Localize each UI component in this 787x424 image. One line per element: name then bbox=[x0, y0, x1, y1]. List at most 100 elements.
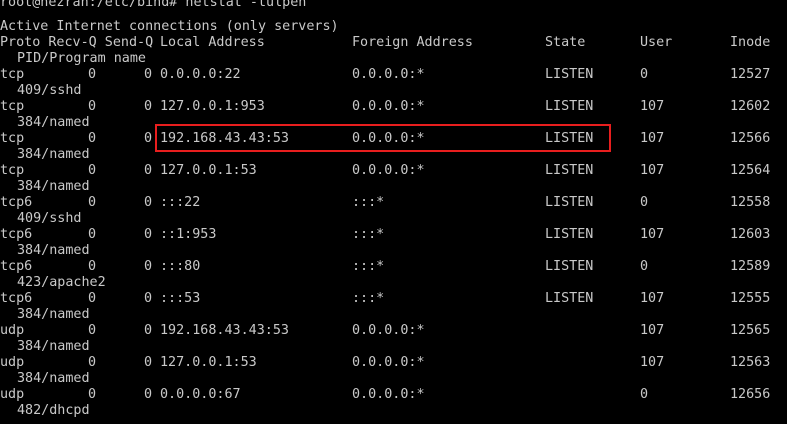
cell-send-q: 0 bbox=[144, 387, 153, 402]
cell-recv-q: 0 bbox=[88, 99, 97, 114]
cell-user: 107 bbox=[640, 355, 665, 370]
cell-inode: 12558 bbox=[730, 195, 771, 210]
cell-local-address: 0.0.0.0:22 bbox=[160, 67, 241, 82]
cell-recv-q: 0 bbox=[88, 259, 97, 274]
cell-state: LISTEN bbox=[545, 291, 594, 306]
cell-foreign-address: 0.0.0.0:* bbox=[352, 163, 425, 178]
cell-recv-q: 0 bbox=[88, 131, 97, 146]
cell-pid-program: 384/named bbox=[17, 179, 90, 194]
cell-foreign-address: 0.0.0.0:* bbox=[352, 355, 425, 370]
cell-proto: tcp6 bbox=[0, 195, 33, 210]
header-inode: Inode bbox=[730, 35, 771, 50]
cell-recv-q: 0 bbox=[88, 323, 97, 338]
cell-state: LISTEN bbox=[545, 67, 594, 82]
cell-inode: 12656 bbox=[730, 387, 771, 402]
cell-send-q: 0 bbox=[144, 355, 153, 370]
cell-foreign-address: 0.0.0.0:* bbox=[352, 323, 425, 338]
header-proto-recv-send: Proto Recv-Q Send-Q bbox=[0, 35, 154, 50]
cell-foreign-address: :::* bbox=[352, 195, 385, 210]
cell-recv-q: 0 bbox=[88, 291, 97, 306]
cell-send-q: 0 bbox=[144, 163, 153, 178]
cell-user: 107 bbox=[640, 323, 665, 338]
cell-user: 107 bbox=[640, 227, 665, 242]
cell-foreign-address: :::* bbox=[352, 227, 385, 242]
prompt-text: root@hezran:/etc/bind# netstat -tulpen bbox=[0, 0, 307, 10]
cell-foreign-address: 0.0.0.0:* bbox=[352, 387, 425, 402]
cell-proto: tcp bbox=[0, 131, 25, 146]
cell-pid-program: 384/named bbox=[17, 115, 90, 130]
cell-recv-q: 0 bbox=[88, 67, 97, 82]
header-state: State bbox=[545, 35, 586, 50]
cell-recv-q: 0 bbox=[88, 227, 97, 242]
cell-proto: tcp bbox=[0, 99, 25, 114]
cell-send-q: 0 bbox=[144, 99, 153, 114]
cell-proto: tcp6 bbox=[0, 259, 33, 274]
cell-foreign-address: :::* bbox=[352, 291, 385, 306]
cell-send-q: 0 bbox=[144, 323, 153, 338]
cell-proto: tcp bbox=[0, 67, 25, 82]
cell-local-address: ::1:953 bbox=[160, 227, 217, 242]
cell-user: 107 bbox=[640, 99, 665, 114]
cell-inode: 12589 bbox=[730, 259, 771, 274]
cell-pid-program: 409/sshd bbox=[17, 211, 82, 226]
header-pid-program: PID/Program name bbox=[17, 51, 146, 66]
cell-user: 107 bbox=[640, 131, 665, 146]
cell-inode: 12565 bbox=[730, 323, 771, 338]
cell-pid-program: 384/named bbox=[17, 243, 90, 258]
cell-user: 107 bbox=[640, 163, 665, 178]
cell-recv-q: 0 bbox=[88, 387, 97, 402]
prompt-command-line: root@hezran:/etc/bind# netstat -tulpen bbox=[0, 0, 306, 11]
cell-send-q: 0 bbox=[144, 195, 153, 210]
cell-inode: 12563 bbox=[730, 355, 771, 370]
header-foreign-address: Foreign Address bbox=[352, 35, 473, 50]
cell-pid-program: 384/named bbox=[17, 371, 90, 386]
cell-send-q: 0 bbox=[144, 227, 153, 242]
cell-inode: 12566 bbox=[730, 131, 771, 146]
header-user: User bbox=[640, 35, 673, 50]
cell-local-address: :::22 bbox=[160, 195, 201, 210]
cell-proto: udp bbox=[0, 355, 25, 370]
cell-pid-program: 409/sshd bbox=[17, 83, 82, 98]
cell-local-address: :::53 bbox=[160, 291, 201, 306]
cell-send-q: 0 bbox=[144, 67, 153, 82]
cell-local-address: 0.0.0.0:67 bbox=[160, 387, 241, 402]
cell-pid-program: 384/named bbox=[17, 307, 90, 322]
cell-send-q: 0 bbox=[144, 131, 153, 146]
cell-local-address: 127.0.0.1:53 bbox=[160, 355, 257, 370]
highlight-box bbox=[155, 124, 611, 152]
cell-pid-program: 482/dhcpd bbox=[17, 403, 90, 418]
cell-user: 0 bbox=[640, 67, 649, 82]
header-local-address: Local Address bbox=[160, 35, 265, 50]
cell-recv-q: 0 bbox=[88, 355, 97, 370]
heading-text: Active Internet connections (only server… bbox=[0, 19, 339, 34]
cell-state: LISTEN bbox=[545, 259, 594, 274]
terminal-window[interactable]: root@hezran:/etc/bind# netstat -tulpen A… bbox=[0, 0, 787, 424]
output-heading: Active Internet connections (only server… bbox=[0, 19, 339, 35]
cell-pid-program: 384/named bbox=[17, 147, 90, 162]
cell-send-q: 0 bbox=[144, 259, 153, 274]
cell-pid-program: 423/apache2 bbox=[17, 275, 106, 290]
cell-foreign-address: 0.0.0.0:* bbox=[352, 99, 425, 114]
cell-user: 0 bbox=[640, 387, 649, 402]
cell-recv-q: 0 bbox=[88, 163, 97, 178]
cell-inode: 12602 bbox=[730, 99, 771, 114]
cell-user: 107 bbox=[640, 291, 665, 306]
cell-inode: 12527 bbox=[730, 67, 771, 82]
cell-state: LISTEN bbox=[545, 99, 594, 114]
cell-inode: 12564 bbox=[730, 163, 771, 178]
cell-local-address: :::80 bbox=[160, 259, 201, 274]
cell-foreign-address: :::* bbox=[352, 259, 385, 274]
cell-proto: tcp bbox=[0, 163, 25, 178]
cell-state: LISTEN bbox=[545, 195, 594, 210]
cell-foreign-address: 0.0.0.0:* bbox=[352, 67, 425, 82]
cell-proto: udp bbox=[0, 323, 25, 338]
cell-proto: udp bbox=[0, 387, 25, 402]
cell-pid-program: 384/named bbox=[17, 339, 90, 354]
cell-local-address: 127.0.0.1:53 bbox=[160, 163, 257, 178]
cell-proto: tcp6 bbox=[0, 291, 33, 306]
cell-proto: tcp6 bbox=[0, 227, 33, 242]
cell-local-address: 127.0.0.1:953 bbox=[160, 99, 265, 114]
cell-local-address: 192.168.43.43:53 bbox=[160, 323, 289, 338]
cell-inode: 12555 bbox=[730, 291, 771, 306]
cell-recv-q: 0 bbox=[88, 195, 97, 210]
